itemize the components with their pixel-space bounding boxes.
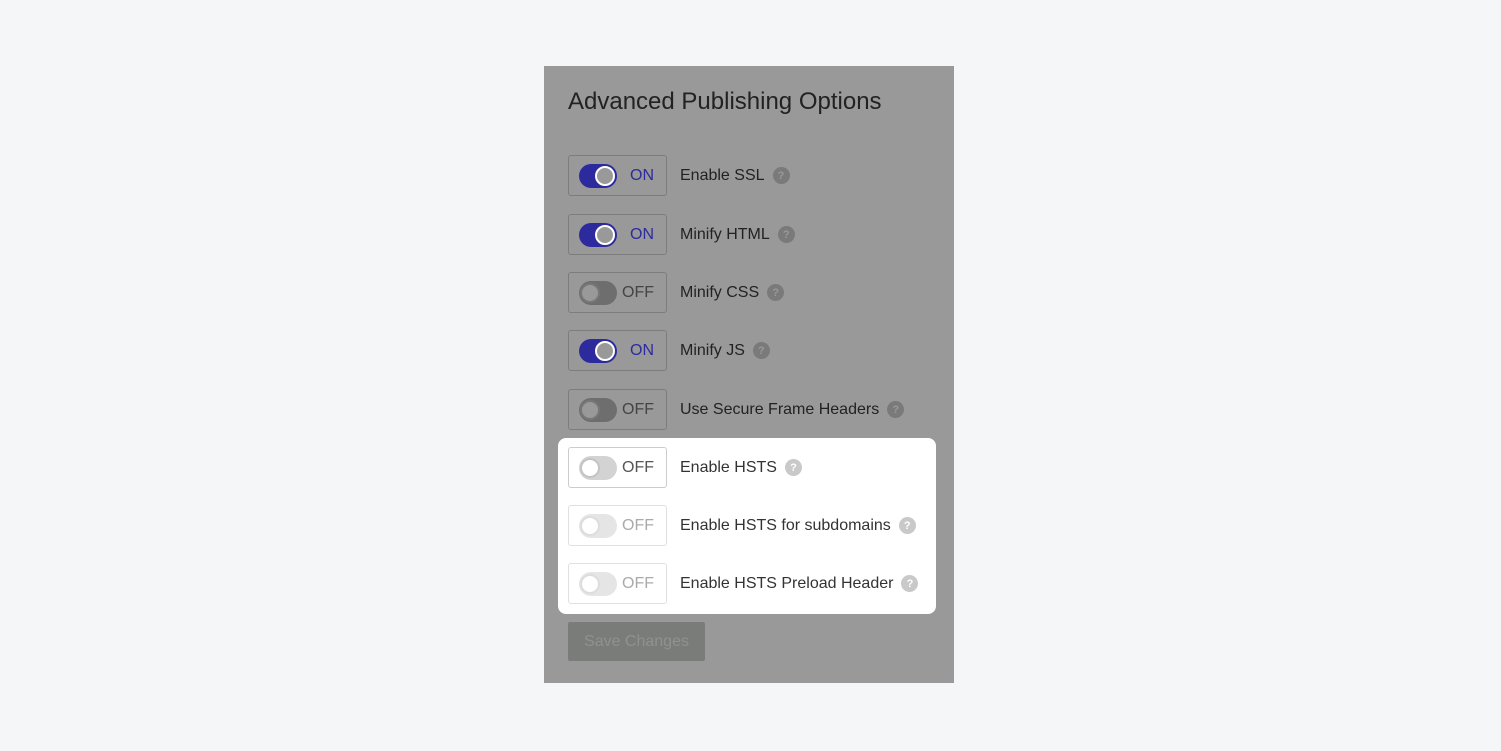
toggle-minify-html[interactable]: ON — [568, 214, 667, 255]
option-minify-html: ON Minify HTML ? — [568, 213, 795, 256]
advanced-publishing-panel: Advanced Publishing Options ON Enable SS… — [544, 66, 954, 683]
toggle-minify-js[interactable]: ON — [568, 330, 667, 371]
option-secure-frame-headers: OFF Use Secure Frame Headers ? — [568, 388, 905, 431]
help-icon[interactable]: ? — [767, 284, 785, 301]
toggle-state: OFF — [622, 458, 654, 476]
option-label: Use Secure Frame Headers — [680, 400, 880, 418]
toggle-knob — [595, 224, 615, 245]
help-icon[interactable]: ? — [777, 226, 795, 243]
toggle-state: ON — [630, 166, 654, 184]
option-minify-css: OFF Minify CSS ? — [568, 271, 785, 314]
toggle-state: ON — [630, 225, 654, 243]
toggle-knob — [580, 573, 600, 594]
help-icon[interactable]: ? — [784, 459, 802, 476]
option-label: Minify CSS — [680, 283, 760, 301]
toggle-state: ON — [630, 341, 654, 359]
toggle-knob — [580, 457, 600, 478]
save-changes-button[interactable]: Save Changes — [568, 622, 705, 661]
toggle-state: OFF — [622, 400, 654, 418]
toggle-state: OFF — [622, 283, 654, 301]
toggle-track — [579, 280, 617, 305]
option-hsts-preload: OFF Enable HSTS Preload Header ? — [568, 562, 919, 605]
toggle-knob — [595, 340, 615, 361]
option-label: Enable HSTS for subdomains — [680, 516, 891, 534]
help-icon[interactable]: ? — [898, 517, 916, 534]
toggle-hsts-preload[interactable]: OFF — [568, 563, 667, 604]
toggle-minify-css[interactable]: OFF — [568, 272, 667, 313]
option-label: Minify JS — [680, 341, 745, 359]
toggle-track — [579, 397, 617, 422]
option-label: Enable HSTS Preload Header — [680, 574, 894, 592]
toggle-track — [579, 338, 617, 363]
toggle-track — [579, 571, 617, 596]
toggle-track — [579, 513, 617, 538]
help-icon[interactable]: ? — [752, 342, 770, 359]
option-label: Enable SSL — [680, 166, 765, 184]
panel-title: Advanced Publishing Options — [568, 88, 882, 115]
help-icon[interactable]: ? — [901, 575, 919, 592]
help-icon[interactable]: ? — [887, 401, 905, 418]
option-label: Enable HSTS — [680, 458, 777, 476]
toggle-hsts-subdomains[interactable]: OFF — [568, 505, 667, 546]
toggle-knob — [580, 282, 600, 303]
option-label: Minify HTML — [680, 225, 770, 243]
toggle-enable-hsts[interactable]: OFF — [568, 447, 667, 488]
toggle-state: OFF — [622, 574, 654, 592]
option-hsts-subdomains: OFF Enable HSTS for subdomains ? — [568, 504, 916, 547]
toggle-knob — [580, 515, 600, 536]
toggle-track — [579, 455, 617, 480]
toggle-track — [579, 222, 617, 247]
help-icon[interactable]: ? — [772, 167, 790, 184]
toggle-knob — [580, 399, 600, 420]
toggle-knob — [595, 165, 615, 186]
option-enable-ssl: ON Enable SSL ? — [568, 154, 790, 197]
toggle-track — [579, 163, 617, 188]
option-enable-hsts: OFF Enable HSTS ? — [568, 446, 802, 489]
toggle-enable-ssl[interactable]: ON — [568, 155, 667, 196]
toggle-secure-frame-headers[interactable]: OFF — [568, 389, 667, 430]
toggle-state: OFF — [622, 516, 654, 534]
option-minify-js: ON Minify JS ? — [568, 329, 770, 372]
